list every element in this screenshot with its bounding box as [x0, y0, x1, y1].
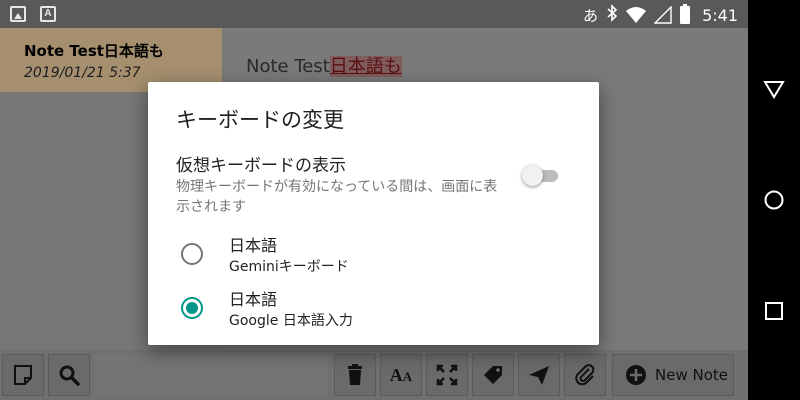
status-time: 5:41 [702, 5, 738, 25]
paperclip-icon [575, 364, 595, 386]
attach-button[interactable] [564, 354, 606, 396]
send-icon [529, 366, 549, 385]
search-icon [59, 365, 80, 386]
note-icon [14, 365, 32, 385]
notification-icons: A [10, 6, 56, 22]
ime-indicator: あ [583, 6, 599, 25]
system-icons: あ 5:41 [583, 4, 738, 26]
virtual-keyboard-summary: 物理キーボードが有効になっている間は、画面に表示されます [176, 179, 498, 215]
change-keyboard-dialog: キーボードの変更 仮想キーボードの表示 物理キーボードが有効になっている間は、画… [148, 82, 599, 345]
bluetooth-icon [606, 4, 618, 26]
add-circle-icon [626, 365, 646, 385]
virtual-keyboard-title: 仮想キーボードの表示 [176, 156, 346, 176]
virtual-keyboard-toggle[interactable] [522, 165, 560, 186]
toggle-thumb [522, 165, 543, 186]
back-button[interactable] [761, 76, 787, 102]
note-list-toggle-button[interactable] [2, 354, 44, 396]
back-triangle-icon [763, 81, 785, 99]
radio-unchecked-icon[interactable] [181, 243, 203, 265]
navigation-bar [748, 0, 800, 400]
delete-button[interactable] [334, 354, 376, 396]
font-icon-small: A [402, 368, 413, 384]
font-icon: AA [390, 365, 412, 386]
new-note-label: New Note [655, 366, 728, 384]
battery-icon [680, 4, 691, 24]
editor-text-composing: 日本語も [329, 56, 402, 77]
dialog-title: キーボードの変更 [176, 108, 344, 132]
wifi-icon [626, 6, 647, 24]
ime-option-google[interactable]: 日本語 Google 日本語入力 [176, 286, 576, 336]
recents-button[interactable] [761, 298, 787, 324]
image-notification-icon [10, 6, 26, 22]
ime-option-gemini[interactable]: 日本語 Geminiキーボード [176, 232, 576, 282]
search-input[interactable] [94, 354, 328, 396]
trash-icon [348, 364, 362, 385]
recents-square-icon [765, 302, 783, 320]
keyboard-notification-icon: A [40, 6, 56, 22]
font-size-button[interactable]: AA [380, 354, 422, 396]
signal-icon [653, 5, 672, 24]
status-bar: A あ 5:41 [0, 0, 748, 28]
ime-option-name: 日本語 [229, 290, 278, 309]
fullscreen-icon [436, 364, 458, 386]
radio-checked-icon[interactable] [181, 297, 203, 319]
home-circle-icon [764, 190, 784, 210]
fullscreen-button[interactable] [426, 354, 468, 396]
search-button[interactable] [48, 354, 90, 396]
ime-option-subtitle: Google 日本語入力 [229, 313, 353, 329]
editor-text[interactable]: Note Test日本語も [246, 52, 402, 78]
tag-button[interactable] [472, 354, 514, 396]
note-date: 2019/01/21 5:37 [24, 65, 141, 81]
note-title: Note Test日本語も [24, 42, 164, 60]
editor-text-plain: Note Test [246, 56, 330, 77]
home-button[interactable] [761, 187, 787, 213]
new-note-button[interactable]: New Note [612, 354, 734, 396]
ime-option-subtitle: Geminiキーボード [229, 259, 349, 275]
ime-option-name: 日本語 [229, 236, 278, 255]
font-icon-large: A [389, 364, 403, 385]
tag-icon [484, 366, 502, 384]
bottom-toolbar: AA New Note [0, 350, 748, 400]
share-button[interactable] [518, 354, 560, 396]
